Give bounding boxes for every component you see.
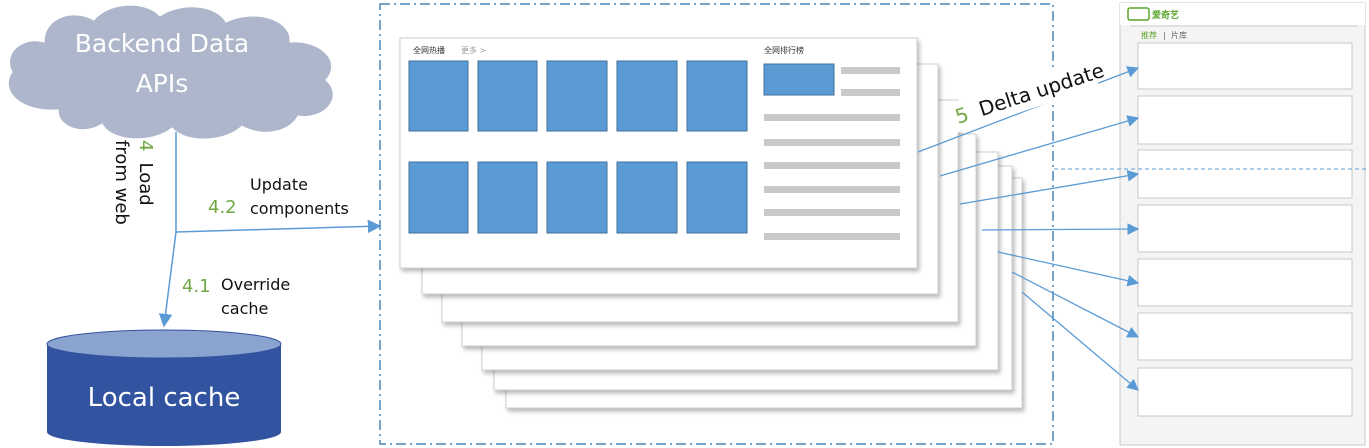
step4-1-text-line2: cache (221, 299, 268, 318)
rank-bar (764, 233, 900, 240)
step4-2-text-line1: Update (250, 175, 308, 194)
rank-bar (841, 67, 900, 74)
video-tile[interactable] (546, 60, 608, 132)
content-slot-3[interactable] (1137, 149, 1353, 199)
video-tile[interactable] (546, 161, 608, 234)
rank-section-title: 全网排行榜 (764, 45, 804, 55)
update-components-arrow (175, 219, 382, 234)
backend-cloud: Backend Data APIs (7, 4, 334, 140)
override-cache-arrow (158, 231, 177, 328)
more-link[interactable]: 更多 > (461, 45, 486, 55)
tab-separator: | (1163, 31, 1166, 40)
content-slot-6[interactable] (1137, 312, 1353, 361)
step4-text-line2: from web (111, 140, 132, 225)
rank-bar (764, 186, 900, 193)
step4-text-line1: Load (135, 163, 156, 206)
step4-1-text-line1: Override (221, 275, 290, 294)
step5-label: 5 Delta update (947, 57, 1107, 133)
step4-1-number: 4.1 (182, 276, 211, 297)
architecture-diagram: Backend Data APIs Local cache 4 Load fro… (7, 2, 1366, 446)
rank-bar (764, 114, 900, 121)
rank-bar (764, 162, 900, 169)
rank-thumbnail[interactable] (763, 63, 835, 96)
hot-section-title: 全网热播 (413, 45, 445, 55)
rank-bar (764, 139, 900, 146)
rank-bar (841, 89, 900, 96)
tab-library[interactable]: 片库 (1171, 30, 1187, 40)
cloud-title-line2: APIs (136, 69, 189, 98)
step4-2-text-line2: components (250, 199, 349, 218)
video-tile[interactable] (477, 60, 538, 132)
video-tile[interactable] (477, 161, 538, 234)
svg-text:4 Load: 4 Load (135, 140, 156, 206)
app-logo-text: 爱奇艺 (1152, 9, 1179, 21)
video-tile[interactable] (686, 60, 748, 132)
video-tile[interactable] (616, 161, 678, 234)
content-slot-1[interactable] (1137, 42, 1353, 90)
content-slot-4[interactable] (1137, 204, 1353, 253)
step4-2-label: 4.2 Update components (208, 175, 349, 218)
content-slot-5[interactable] (1137, 258, 1353, 307)
step4-1-label: 4.1 Override cache (182, 275, 290, 318)
step4-2-number: 4.2 (208, 197, 237, 218)
video-tile[interactable] (408, 60, 469, 132)
step4-label: 4 Load from web (111, 140, 156, 225)
video-tile[interactable] (616, 60, 678, 132)
cache-label: Local cache (88, 383, 241, 413)
tab-recommend[interactable]: 推荐 (1141, 30, 1157, 40)
rank-bar (764, 209, 900, 216)
video-tile[interactable] (686, 161, 748, 234)
content-slot-7[interactable] (1137, 367, 1353, 417)
cylinder-top (46, 329, 282, 359)
video-tile[interactable] (408, 161, 469, 234)
local-cache-cylinder: Local cache (46, 329, 282, 446)
delta-arrow-6 (1011, 271, 1140, 338)
cloud-title-line1: Backend Data (75, 29, 250, 58)
step4-number: 4 (135, 140, 156, 151)
content-slot-2[interactable] (1137, 95, 1353, 145)
